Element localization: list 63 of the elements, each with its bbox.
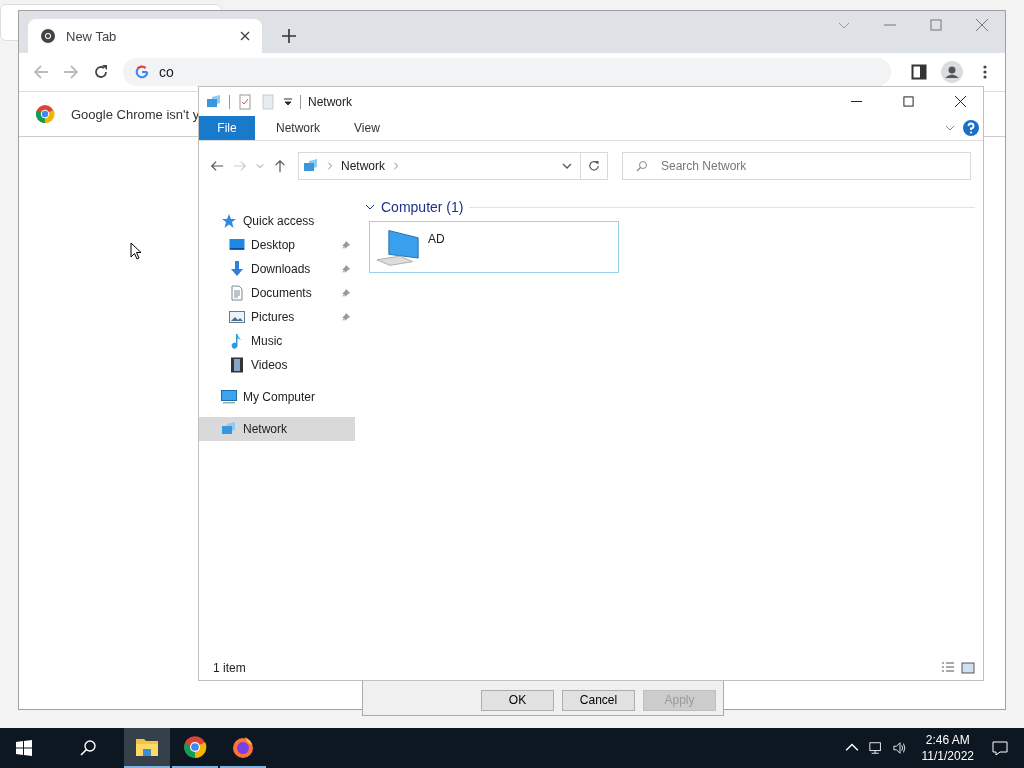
refresh-icon — [588, 160, 600, 172]
ribbon-tab[interactable]: View — [341, 116, 393, 140]
ribbon-tab[interactable]: File — [199, 116, 255, 140]
collapse-icon[interactable] — [365, 202, 375, 212]
picture-icon — [229, 309, 245, 325]
chrome-icon — [183, 735, 207, 759]
dialog-button[interactable]: Cancel — [562, 689, 635, 711]
mouse-cursor-icon — [130, 242, 142, 260]
browser-tab[interactable]: New Tab — [28, 19, 262, 53]
nav-item[interactable]: My Computer — [199, 385, 355, 409]
network-icon — [221, 421, 237, 437]
firefox-icon — [231, 735, 255, 759]
nav-item[interactable]: Music — [199, 329, 355, 353]
group-header: Computer (1) — [381, 199, 464, 215]
desktop-icon — [229, 237, 245, 253]
document-icon — [229, 285, 245, 301]
dialog-button[interactable]: OK — [481, 689, 554, 711]
search-field[interactable]: Search Network — [622, 152, 971, 180]
nav-item[interactable]: Pictures — [199, 305, 355, 329]
dropdown-icon[interactable] — [283, 96, 293, 107]
network-icon — [206, 93, 222, 110]
reload-icon[interactable] — [93, 64, 109, 80]
up-icon[interactable] — [273, 159, 287, 173]
network-icon — [303, 158, 319, 174]
download-arrow-icon — [229, 261, 245, 277]
close-icon[interactable] — [955, 96, 966, 107]
side-panel-icon[interactable] — [911, 64, 927, 80]
file-explorer-taskbar-button[interactable] — [124, 728, 170, 768]
refresh-button[interactable] — [581, 152, 608, 180]
maximize-icon[interactable] — [903, 96, 914, 107]
volume-icon[interactable] — [892, 741, 907, 755]
close-icon[interactable] — [240, 31, 250, 41]
network-status-icon[interactable] — [868, 741, 883, 755]
window-title: Network — [308, 94, 352, 109]
notifications-icon[interactable] — [992, 740, 1008, 756]
address-field[interactable]: Network — [298, 152, 581, 180]
nav-item[interactable]: Videos — [199, 353, 355, 377]
new-tab-icon[interactable] — [282, 29, 296, 43]
chrome-icon — [40, 28, 56, 44]
breadcrumb-item[interactable]: Network — [341, 159, 385, 173]
ribbon-tab[interactable]: Network — [263, 116, 333, 140]
nav-item[interactable]: Desktop — [199, 233, 355, 257]
nav-item[interactable]: Quick access — [199, 209, 355, 233]
large-icons-view-icon[interactable] — [961, 660, 975, 675]
star-icon — [221, 213, 237, 229]
help-icon[interactable] — [963, 120, 979, 136]
nav-item[interactable]: Documents — [199, 281, 355, 305]
clock[interactable]: 2:46 AM 11/1/2022 — [921, 732, 974, 764]
film-icon — [229, 357, 245, 373]
computer-tile[interactable]: AD — [369, 221, 619, 273]
nav-item[interactable]: Network — [199, 417, 355, 441]
status-text: 1 item — [213, 660, 246, 675]
monitor-icon — [221, 389, 237, 405]
search-icon[interactable] — [80, 740, 96, 756]
windows-start-icon[interactable] — [16, 740, 32, 756]
profile-icon[interactable] — [941, 61, 963, 83]
back-icon[interactable] — [210, 159, 224, 173]
chrome-logo-icon — [35, 104, 55, 124]
google-icon — [135, 65, 149, 79]
chevron-down-icon[interactable] — [562, 161, 572, 171]
expand-ribbon-icon[interactable] — [945, 123, 955, 133]
nav-item[interactable]: Downloads — [199, 257, 355, 281]
address-bar[interactable]: co — [123, 58, 891, 86]
